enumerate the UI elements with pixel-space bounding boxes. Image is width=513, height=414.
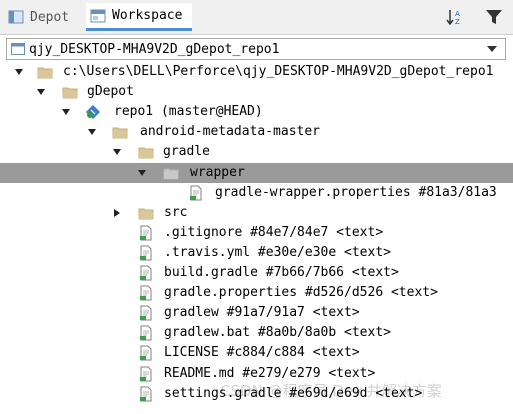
expand-down-icon[interactable] (37, 88, 45, 96)
expand-down-icon[interactable] (138, 169, 146, 177)
workspace-select[interactable]: qjy_DESKTOP-MHA9V2D_gDepot_repo1 (6, 38, 506, 60)
tree-row[interactable]: build.gradle #7b66/7b66 <text> (0, 263, 513, 283)
tree-row-label: gradlew #91a7/91a7 <text> (164, 305, 360, 321)
tree-row-label: gradlew.bat #8a0b/8a0b <text> (164, 325, 391, 341)
tree-row-label: LICENSE #c884/c884 <text> (164, 345, 360, 361)
expand-down-icon[interactable] (62, 108, 70, 116)
tree-row[interactable]: wrapper (0, 162, 513, 183)
expand-down-icon[interactable] (15, 68, 23, 76)
tree-row[interactable]: LICENSE #c884/c884 <text> (0, 343, 513, 363)
text-file-icon (140, 366, 152, 381)
tree-row[interactable]: gDepot (0, 82, 513, 102)
workspace-select-icon (11, 43, 25, 55)
filter-icon[interactable] (485, 8, 503, 26)
tree-row[interactable]: settings.gradle #e69d/e69d <text> (0, 384, 513, 404)
tree-row[interactable]: src (0, 203, 513, 223)
tree-row-label: gradle.properties #d526/d526 <text> (164, 285, 438, 301)
tab-workspace-label: Workspace (112, 8, 183, 23)
text-file-icon (140, 386, 152, 402)
workspace-select-value: qjy_DESKTOP-MHA9V2D_gDepot_repo1 (29, 41, 280, 57)
tree-row-label: repo1 (master@HEAD) (114, 104, 263, 120)
tree-row[interactable]: c:\Users\DELL\Perforce\qjy_DESKTOP-MHA9V… (0, 62, 513, 82)
tree-row[interactable]: android-metadata-master (0, 122, 513, 142)
expand-down-icon[interactable] (88, 128, 96, 136)
depot-icon (8, 10, 24, 24)
folder-icon (62, 87, 78, 99)
chevron-down-icon[interactable] (487, 45, 497, 53)
tree-row-label: gDepot (87, 84, 134, 100)
text-file-icon (140, 245, 152, 261)
text-file-icon (140, 345, 152, 361)
tree-row[interactable]: gradle (0, 142, 513, 162)
sort-icon[interactable]: A Z (446, 7, 466, 27)
tree-row[interactable]: gradlew #91a7/91a7 <text> (0, 303, 513, 323)
tab-depot[interactable]: Depot (8, 3, 69, 31)
tree-row-label: gradle-wrapper.properties #81a3/81a3 (215, 184, 497, 200)
tree-row-label: README.md #e279/e279 <text> (164, 365, 376, 381)
tree-row[interactable]: repo1 (master@HEAD) (0, 102, 513, 122)
text-file-icon (140, 325, 152, 341)
repo-icon (86, 105, 100, 120)
tab-bar: Depot Workspace A Z (0, 0, 513, 35)
tree-row[interactable]: gradle.properties #d526/d526 <text> (0, 283, 513, 303)
tree-row-label: .travis.yml #e30e/e30e <text> (164, 244, 391, 260)
tree-row-label: wrapper (190, 164, 245, 180)
tree-row[interactable]: gradlew.bat #8a0b/8a0b <text> (0, 323, 513, 343)
folder-icon (163, 168, 179, 179)
text-file-icon (140, 285, 152, 301)
folder-icon (138, 208, 154, 220)
tree-row[interactable]: gradle-wrapper.properties #81a3/81a3 (0, 183, 513, 203)
tree-row[interactable]: .gitignore #84e7/84e7 <text> (0, 223, 513, 243)
workspace-icon (90, 9, 106, 22)
text-file-icon (140, 225, 152, 241)
tree-row-label: android-metadata-master (140, 124, 321, 140)
collapse-right-icon[interactable] (113, 208, 121, 217)
folder-icon (112, 127, 128, 139)
expand-down-icon[interactable] (113, 148, 121, 156)
tree-row-label: settings.gradle #e69d/e69d <text> (164, 385, 423, 401)
workspace-app: Depot Workspace A Z qjy_DESKTOP-MHA9V2D_… (0, 0, 513, 414)
text-file-icon (140, 305, 152, 321)
tree-row-label: c:\Users\DELL\Perforce\qjy_DESKTOP-MHA9V… (63, 64, 494, 79)
text-file-icon (190, 185, 202, 201)
tree-row-label: .gitignore #84e7/84e7 <text> (164, 224, 384, 240)
text-file-icon (140, 265, 152, 281)
tab-depot-label: Depot (30, 9, 70, 25)
folder-icon (138, 147, 154, 159)
svg-text:Z: Z (455, 18, 460, 26)
tree-row-label: build.gradle #7b66/7b66 <text> (164, 265, 399, 280)
workspace-tree: c:\Users\DELL\Perforce\qjy_DESKTOP-MHA9V… (0, 62, 513, 414)
tree-row-label: gradle (163, 144, 210, 160)
tree-row-label: src (164, 204, 188, 220)
tab-workspace[interactable]: Workspace (86, 3, 193, 31)
svg-text:A: A (455, 10, 460, 18)
folder-icon (37, 67, 53, 79)
tree-row[interactable]: .travis.yml #e30e/e30e <text> (0, 243, 513, 263)
tree-row[interactable]: README.md #e279/e279 <text> (0, 364, 513, 384)
